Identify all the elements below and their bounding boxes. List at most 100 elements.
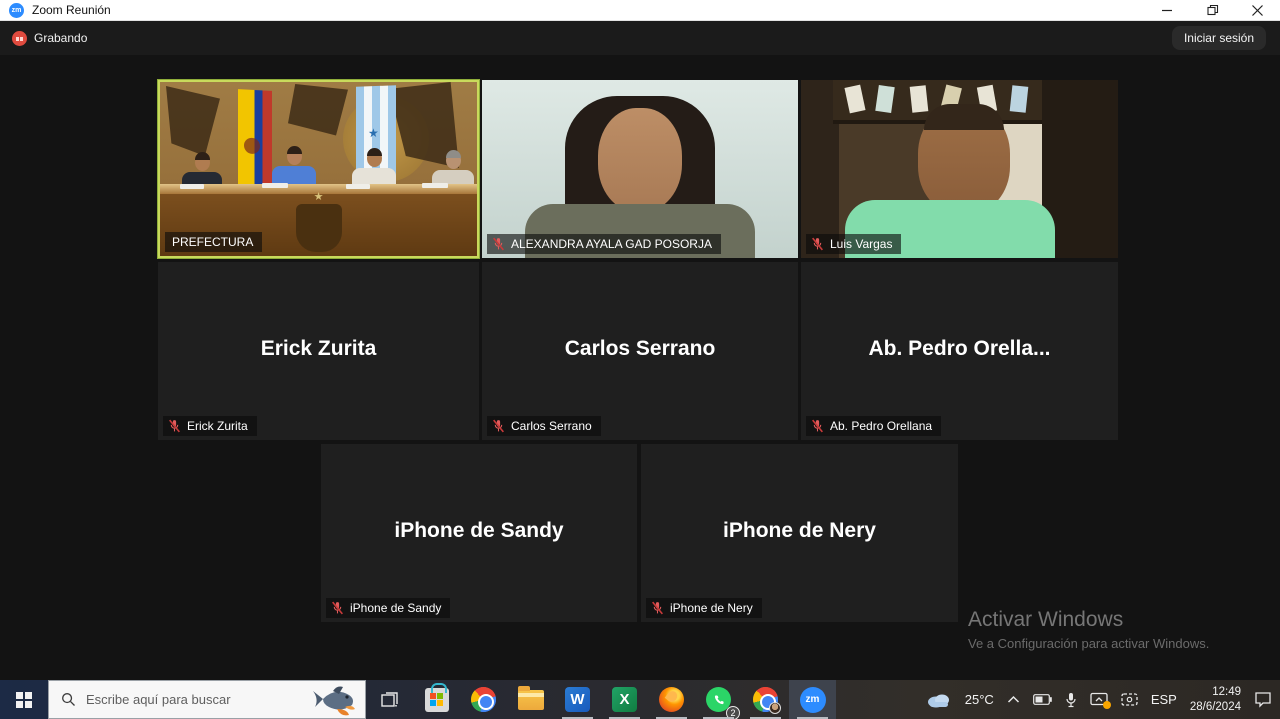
muted-mic-icon bbox=[492, 237, 505, 251]
search-highlight-fish-icon bbox=[309, 683, 361, 717]
video-tile-nery[interactable]: iPhone de Nery iPhone de Nery bbox=[641, 444, 958, 622]
screen-record-tray-icon[interactable] bbox=[1121, 692, 1138, 707]
participant-name-text: Carlos Serrano bbox=[511, 419, 592, 433]
participant-name-label: Carlos Serrano bbox=[487, 416, 601, 436]
word-icon: W bbox=[565, 687, 590, 712]
clock-date: 28/6/2024 bbox=[1190, 700, 1241, 714]
language-indicator[interactable]: ESP bbox=[1151, 692, 1177, 707]
video-tile-pedro[interactable]: Ab. Pedro Orella... Ab. Pedro Orellana bbox=[801, 262, 1118, 440]
weather-temperature[interactable]: 25°C bbox=[965, 692, 994, 707]
watermark-title: Activar Windows bbox=[968, 608, 1209, 632]
participant-name-label: ALEXANDRA AYALA GAD POSORJA bbox=[487, 234, 721, 254]
wall-carving bbox=[288, 84, 348, 140]
taskbar-search-box[interactable] bbox=[48, 680, 366, 719]
screen-share-tray-item[interactable] bbox=[1090, 692, 1108, 707]
participant-name-text: iPhone de Nery bbox=[670, 601, 753, 615]
signin-button[interactable]: Iniciar sesión bbox=[1172, 26, 1266, 50]
muted-mic-icon bbox=[331, 601, 344, 615]
window-title: Zoom Reunión bbox=[32, 3, 111, 17]
restore-icon bbox=[1207, 4, 1219, 16]
figure-face bbox=[598, 108, 682, 212]
window-titlebar: zm Zoom Reunión bbox=[0, 0, 1280, 21]
taskbar-app-file-explorer[interactable] bbox=[507, 680, 554, 719]
firefox-icon bbox=[659, 687, 684, 712]
file-explorer-icon bbox=[518, 690, 544, 710]
taskbar-clock[interactable]: 12:49 28/6/2024 bbox=[1190, 685, 1241, 714]
windows-activation-watermark: Activar Windows Ve a Configuración para … bbox=[968, 608, 1209, 651]
task-view-button[interactable] bbox=[366, 680, 413, 719]
video-tile-prefectura[interactable]: PREFECTURA bbox=[158, 80, 479, 258]
start-button[interactable] bbox=[0, 680, 48, 719]
participant-name-label: Erick Zurita bbox=[163, 416, 257, 436]
wall-carving bbox=[166, 86, 220, 156]
luis-video-feed bbox=[801, 80, 1118, 258]
participant-name-label: iPhone de Nery bbox=[646, 598, 762, 618]
prefectura-video-feed bbox=[160, 82, 477, 256]
paper bbox=[422, 183, 448, 188]
participant-name-text: ALEXANDRA AYALA GAD POSORJA bbox=[511, 237, 712, 251]
taskbar-app-chrome[interactable] bbox=[460, 680, 507, 719]
microphone-tray-icon[interactable] bbox=[1065, 692, 1077, 708]
table-emblem bbox=[296, 204, 342, 252]
recording-icon bbox=[12, 31, 27, 46]
whatsapp-badge: 2 bbox=[726, 706, 740, 719]
chrome-icon bbox=[471, 687, 496, 712]
participant-name-text: iPhone de Sandy bbox=[350, 601, 441, 615]
notification-dot bbox=[1103, 701, 1111, 709]
zoom-app-icon: zm bbox=[9, 3, 24, 18]
taskbar-app-zoom[interactable]: zm bbox=[789, 680, 836, 719]
window-controls bbox=[1145, 0, 1280, 20]
close-button[interactable] bbox=[1235, 0, 1280, 20]
taskbar-app-excel[interactable]: X bbox=[601, 680, 648, 719]
participant-display-name: iPhone de Sandy bbox=[321, 519, 637, 543]
clock-time: 12:49 bbox=[1190, 685, 1241, 699]
taskbar-app-chrome-profile[interactable] bbox=[742, 680, 789, 719]
taskbar-app-word[interactable]: W bbox=[554, 680, 601, 719]
muted-mic-icon bbox=[168, 419, 181, 433]
windows-logo-icon bbox=[16, 692, 32, 708]
participant-name-label: PREFECTURA bbox=[165, 232, 262, 252]
participant-name-text: Luis Vargas bbox=[830, 237, 892, 251]
participant-display-name: Erick Zurita bbox=[158, 337, 479, 361]
participant-display-name: iPhone de Nery bbox=[641, 519, 958, 543]
figure-face bbox=[918, 106, 1010, 214]
close-icon bbox=[1252, 5, 1263, 16]
participant-name-label: iPhone de Sandy bbox=[326, 598, 450, 618]
taskbar-app-store[interactable] bbox=[413, 680, 460, 719]
paper bbox=[262, 183, 288, 188]
participant-display-name: Carlos Serrano bbox=[482, 337, 798, 361]
participant-name-text: Ab. Pedro Orellana bbox=[830, 419, 932, 433]
task-view-icon bbox=[380, 690, 400, 710]
video-tile-erick[interactable]: Erick Zurita Erick Zurita bbox=[158, 262, 479, 440]
muted-mic-icon bbox=[492, 419, 505, 433]
system-tray: 25°C ESP 12:49 bbox=[926, 680, 1280, 719]
microsoft-store-icon bbox=[425, 688, 449, 712]
recording-label: Grabando bbox=[34, 31, 87, 45]
excel-icon: X bbox=[612, 687, 637, 712]
meeting-topbar: Grabando Iniciar sesión bbox=[0, 21, 1280, 55]
participant-name-label: Ab. Pedro Orellana bbox=[806, 416, 941, 436]
recording-indicator[interactable]: Grabando bbox=[12, 31, 87, 46]
participant-display-name: Ab. Pedro Orella... bbox=[801, 337, 1118, 361]
video-tile-alexandra[interactable]: ALEXANDRA AYALA GAD POSORJA bbox=[482, 80, 798, 258]
weather-cloud-icon bbox=[926, 691, 952, 708]
video-tile-carlos[interactable]: Carlos Serrano Carlos Serrano bbox=[482, 262, 798, 440]
taskbar-app-whatsapp[interactable]: 2 bbox=[695, 680, 742, 719]
zoom-taskbar-icon: zm bbox=[800, 687, 826, 713]
video-tile-luis[interactable]: Luis Vargas bbox=[801, 80, 1118, 258]
participant-name-text: PREFECTURA bbox=[172, 235, 253, 249]
minimize-button[interactable] bbox=[1145, 0, 1190, 20]
action-center-icon[interactable] bbox=[1254, 691, 1272, 708]
participant-name-label: Luis Vargas bbox=[806, 234, 901, 254]
battery-icon[interactable] bbox=[1033, 694, 1052, 705]
taskbar-app-firefox[interactable] bbox=[648, 680, 695, 719]
alexandra-video-feed bbox=[482, 80, 798, 258]
paper bbox=[180, 184, 204, 189]
video-tile-sandy[interactable]: iPhone de Sandy iPhone de Sandy bbox=[321, 444, 637, 622]
tray-expand-chevron-icon[interactable] bbox=[1007, 695, 1020, 704]
muted-mic-icon bbox=[811, 237, 824, 251]
muted-mic-icon bbox=[651, 601, 664, 615]
restore-button[interactable] bbox=[1190, 0, 1235, 20]
paper bbox=[346, 184, 370, 189]
search-input[interactable] bbox=[86, 692, 276, 707]
